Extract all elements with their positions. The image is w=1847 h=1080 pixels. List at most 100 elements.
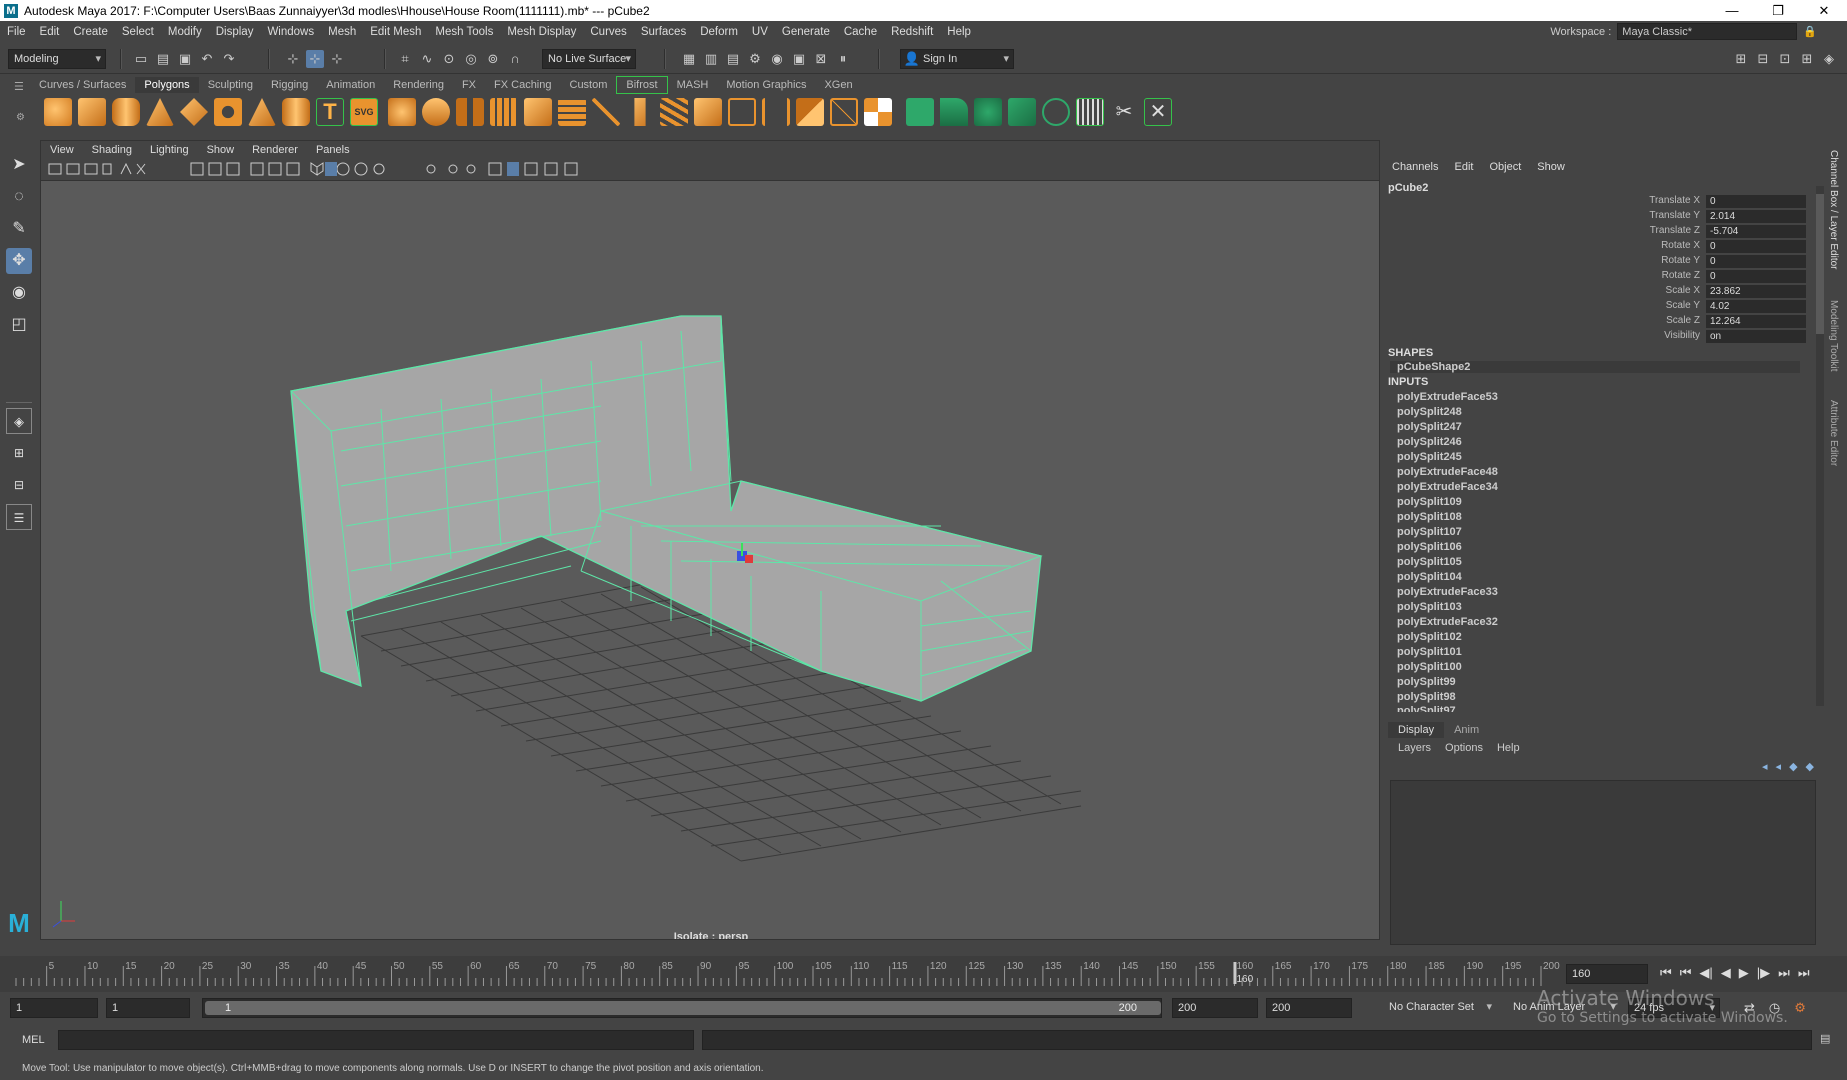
snap-grid-icon[interactable]: ⌗	[396, 50, 414, 68]
input-node[interactable]: polySplit108	[1397, 511, 1462, 523]
lock-icon[interactable]: 🔒	[1803, 25, 1817, 38]
attr-value[interactable]: 0	[1706, 240, 1806, 253]
shelf-tab-polygons[interactable]: Polygons	[135, 77, 199, 93]
step-forward-key-icon[interactable]: ⏭	[1778, 965, 1790, 981]
attr-value[interactable]: -5.704	[1706, 225, 1806, 238]
input-node[interactable]: polySplit97	[1397, 705, 1456, 712]
menu-mesh[interactable]: Mesh	[321, 26, 363, 38]
input-node[interactable]: polySplit248	[1397, 406, 1462, 418]
menu-modify[interactable]: Modify	[161, 26, 209, 38]
uv-unfold-icon[interactable]	[1042, 98, 1070, 126]
planar-mapping-icon[interactable]	[864, 98, 892, 126]
poly-type-icon[interactable]: T	[316, 98, 344, 126]
step-back-key-icon[interactable]: ⏮	[1680, 965, 1692, 981]
anim-start-field[interactable]: 1	[10, 998, 98, 1018]
maximize-button[interactable]: ❐	[1755, 0, 1801, 21]
shelf-tab-motion-graphics[interactable]: Motion Graphics	[717, 77, 815, 93]
shelf-tab-fx[interactable]: FX	[453, 77, 485, 93]
shelf-tab-curves-surfaces[interactable]: Curves / Surfaces	[30, 77, 135, 93]
snap-view-icon[interactable]: ◎	[462, 50, 480, 68]
poly-torus-icon[interactable]	[214, 98, 242, 126]
selected-object-name[interactable]: pCube2	[1388, 182, 1428, 194]
input-node[interactable]: polySplit100	[1397, 661, 1462, 673]
menu-display[interactable]: Display	[209, 26, 261, 38]
shelf-options-icon[interactable]: ☰	[14, 80, 24, 93]
new-layer-selected-icon[interactable]: ◆	[1806, 760, 1814, 773]
side-tab-modeling-toolkit[interactable]: Modeling Toolkit	[1828, 300, 1839, 372]
undo-icon[interactable]: ↶	[198, 50, 216, 68]
scale-tool-icon[interactable]: ◰	[6, 312, 32, 338]
workspace-select[interactable]: Maya Classic*	[1617, 23, 1798, 40]
smooth-icon[interactable]	[490, 98, 518, 126]
shelf-tab-sculpting[interactable]: Sculpting	[199, 77, 262, 93]
cb-menu-object[interactable]: Object	[1489, 161, 1521, 173]
insert-edge-loop-icon[interactable]	[728, 98, 756, 126]
live-surface-field[interactable]: No Live Surface	[542, 49, 636, 69]
shelf-tab-rigging[interactable]: Rigging	[262, 77, 317, 93]
attr-value[interactable]: 0	[1706, 255, 1806, 268]
go-to-end-icon[interactable]: ⏭	[1798, 965, 1810, 981]
shelf-settings-icon[interactable]: ⚙	[16, 112, 25, 123]
poly-prism-icon[interactable]	[248, 98, 276, 126]
toggle-tool-settings-icon[interactable]: ⊡	[1776, 50, 1794, 68]
uv-layout-icon[interactable]	[1076, 98, 1104, 126]
step-forward-frame-icon[interactable]: |▶	[1757, 965, 1770, 981]
anim-prefs-icon[interactable]: ⚙	[1794, 1000, 1806, 1016]
bevel-icon[interactable]	[634, 98, 646, 126]
input-node[interactable]: polyExtrudeFace33	[1397, 586, 1498, 598]
input-node[interactable]: polySplit246	[1397, 436, 1462, 448]
lasso-tool-icon[interactable]: ◌	[6, 184, 32, 210]
attr-value[interactable]: 4.02	[1706, 300, 1806, 313]
input-node[interactable]: polySplit98	[1397, 691, 1456, 703]
vp-menu-panels[interactable]: Panels	[307, 144, 359, 156]
input-node[interactable]: polySplit99	[1397, 676, 1456, 688]
channel-box-scrollbar[interactable]	[1816, 186, 1824, 706]
script-editor-icon[interactable]: ▤	[1820, 1032, 1830, 1045]
layer-tab-anim[interactable]: Anim	[1444, 722, 1489, 738]
playback-end-field[interactable]: 200	[1172, 998, 1258, 1018]
render-seq-icon[interactable]: ▥	[702, 50, 720, 68]
snap-curve-icon[interactable]: ∿	[418, 50, 436, 68]
attr-value[interactable]: 12.264	[1706, 315, 1806, 328]
play-forward-icon[interactable]: ▶	[1739, 965, 1749, 981]
layer-menu-layers[interactable]: Layers	[1398, 742, 1431, 754]
cb-menu-edit[interactable]: Edit	[1454, 161, 1473, 173]
four-view-icon[interactable]: ⊞	[6, 440, 32, 466]
menu-deform[interactable]: Deform	[693, 26, 745, 38]
menu-windows[interactable]: Windows	[260, 26, 321, 38]
shelf-tab-bifrost[interactable]: Bifrost	[616, 76, 668, 94]
vp-menu-renderer[interactable]: Renderer	[243, 144, 307, 156]
multi-cut-icon[interactable]	[660, 98, 688, 126]
scene-model[interactable]	[41, 181, 1380, 940]
input-node[interactable]: polyExtrudeFace34	[1397, 481, 1498, 493]
input-node[interactable]: polySplit102	[1397, 631, 1462, 643]
uv-cut-icon[interactable]: ✕	[1144, 98, 1172, 126]
attr-value[interactable]: 23.862	[1706, 285, 1806, 298]
new-layer-icon[interactable]: ◆	[1789, 760, 1797, 773]
hypershade-icon[interactable]: ◉	[768, 50, 786, 68]
select-object-icon[interactable]: ⊹	[306, 50, 324, 68]
play-backward-icon[interactable]: ◀	[1721, 965, 1731, 981]
attr-value[interactable]: on	[1706, 330, 1806, 343]
render-view-icon[interactable]: ▣	[790, 50, 808, 68]
menu-file[interactable]: File	[0, 26, 33, 38]
input-node[interactable]: polySplit107	[1397, 526, 1462, 538]
open-scene-icon[interactable]: ▤	[154, 50, 172, 68]
poly-cylinder-icon[interactable]	[112, 98, 140, 126]
quad-draw-icon[interactable]	[796, 98, 824, 126]
layer-menu-help[interactable]: Help	[1497, 742, 1520, 754]
move-tool-icon[interactable]: ✥	[6, 248, 32, 274]
layer-list[interactable]	[1390, 780, 1816, 945]
poly-cube-icon[interactable]	[78, 98, 106, 126]
snap-live-icon[interactable]: ⊚	[484, 50, 502, 68]
snap-point-icon[interactable]: ⊙	[440, 50, 458, 68]
menu-create[interactable]: Create	[66, 26, 115, 38]
menu-uv[interactable]: UV	[745, 26, 775, 38]
poly-svg-icon[interactable]: SVG	[350, 98, 378, 126]
input-node[interactable]: polySplit103	[1397, 601, 1462, 613]
viewport-persp[interactable]: View Shading Lighting Show Renderer Pane…	[40, 140, 1380, 940]
shelf-tab-mash[interactable]: MASH	[668, 77, 718, 93]
menu-redshift[interactable]: Redshift	[884, 26, 940, 38]
attr-value[interactable]: 2.014	[1706, 210, 1806, 223]
input-node[interactable]: polyExtrudeFace32	[1397, 616, 1498, 628]
